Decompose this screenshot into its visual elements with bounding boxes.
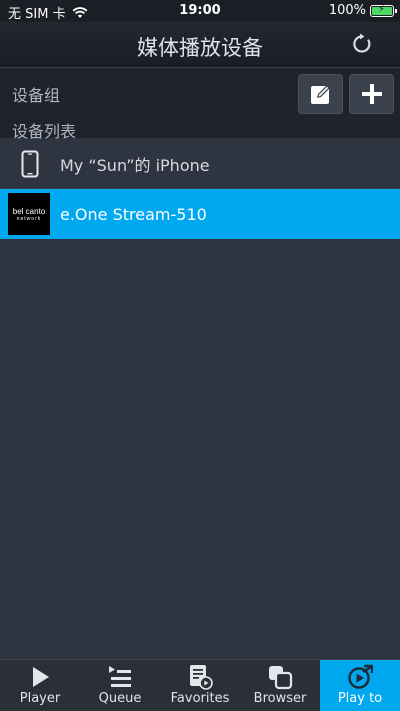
tab-label: Play to: [337, 691, 383, 706]
logo-text-line2: network: [16, 215, 42, 222]
tab-label: Player: [19, 691, 61, 706]
status-bar: 无 SIM 卡 19:00 100% ⚡: [0, 0, 400, 22]
device-name: My “Sun”的 iPhone: [60, 155, 210, 175]
phone-icon: [21, 150, 39, 177]
status-right: 100% ⚡: [328, 3, 397, 18]
tab-play-to[interactable]: Play to: [320, 660, 400, 711]
battery-percent: 100%: [328, 3, 366, 18]
tab-bar: Player Queue Favorites Browser Play to: [0, 659, 400, 711]
refresh-icon[interactable]: [350, 32, 374, 56]
device-groups-section: 设备组 设备列表: [0, 68, 400, 141]
edit-icon: [310, 85, 330, 104]
page-title: 媒体播放设备: [137, 36, 263, 60]
tab-favorites[interactable]: Favorites: [160, 660, 240, 711]
device-name: e.One Stream-510: [60, 204, 207, 224]
nav-header: 媒体播放设备: [0, 22, 400, 68]
bel-canto-logo: bel canto network: [8, 193, 50, 235]
tab-label: Queue: [98, 691, 142, 706]
device-row-stream[interactable]: bel canto network e.One Stream-510: [0, 189, 400, 239]
favorites-icon: [190, 665, 213, 690]
battery-icon: ⚡: [370, 4, 397, 17]
device-icon-container: [0, 139, 60, 189]
edit-button[interactable]: [298, 74, 343, 114]
tab-label: Favorites: [170, 691, 230, 706]
tab-player[interactable]: Player: [0, 660, 80, 711]
tab-browser[interactable]: Browser: [240, 660, 320, 711]
play-icon: [33, 667, 49, 687]
queue-icon: [109, 666, 131, 687]
tab-label: Browser: [253, 691, 307, 706]
device-group-label: 设备组: [12, 86, 61, 105]
plus-icon: [361, 84, 382, 104]
tab-queue[interactable]: Queue: [80, 660, 160, 711]
play-to-icon: [348, 664, 373, 689]
browser-icon: [269, 666, 293, 690]
device-row-iphone[interactable]: My “Sun”的 iPhone: [0, 139, 400, 189]
logo-text-line1: bel canto: [12, 206, 46, 216]
add-group-button[interactable]: [349, 74, 394, 114]
